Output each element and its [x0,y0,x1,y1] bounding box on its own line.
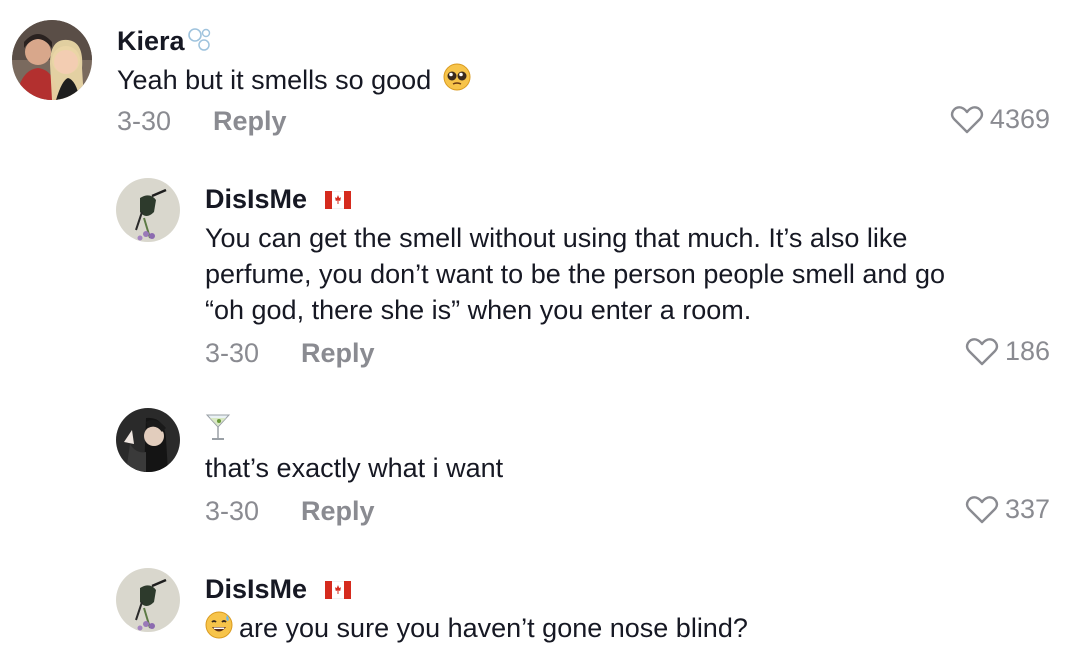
like-button[interactable]: 186 [965,336,1050,367]
bubbles-icon [187,26,213,59]
like-count: 337 [1004,494,1050,524]
username[interactable]: DisIsMe [205,574,351,606]
comment-text: are you sure you haven’t gone nose blind… [205,610,748,648]
username[interactable]: Kiera [117,26,213,59]
username[interactable]: DisIsMe [205,184,351,216]
avatar[interactable] [12,20,92,100]
reply-button[interactable]: Reply [301,338,375,369]
heart-outline-icon [965,495,999,523]
like-button[interactable]: 337 [965,494,1050,525]
comment-date: 3-30 [205,496,260,526]
avatar[interactable] [116,408,180,472]
heart-outline-icon [950,105,984,133]
pleading-face-emoji [443,63,471,100]
heart-outline-icon [965,337,999,365]
comment-text-line: You can get the smell without using that… [205,223,908,253]
like-button[interactable]: 4369 [950,104,1050,135]
comment-date: 3-30 [205,338,260,368]
reply-button[interactable]: Reply [213,106,287,137]
like-count: 4369 [989,104,1050,134]
comment-text: Yeah but it smells so good [117,62,471,100]
comment-text-line: perfume, you don’t want to be the person… [205,259,945,289]
avatar[interactable] [116,568,180,632]
grinning-sweat-emoji [205,611,233,648]
avatar[interactable] [116,178,180,242]
comment-text-line: “oh god, there she is” when you enter a … [205,295,752,325]
canada-flag-icon [324,575,351,606]
comment-date: 3-30 [117,106,172,136]
cocktail-glass-icon [205,412,231,451]
like-count: 186 [1004,336,1050,366]
comment-text: that’s exactly what i want [205,453,504,483]
reply-button[interactable]: Reply [301,496,375,527]
canada-flag-icon [324,185,351,216]
username-emoji[interactable] [205,412,231,451]
